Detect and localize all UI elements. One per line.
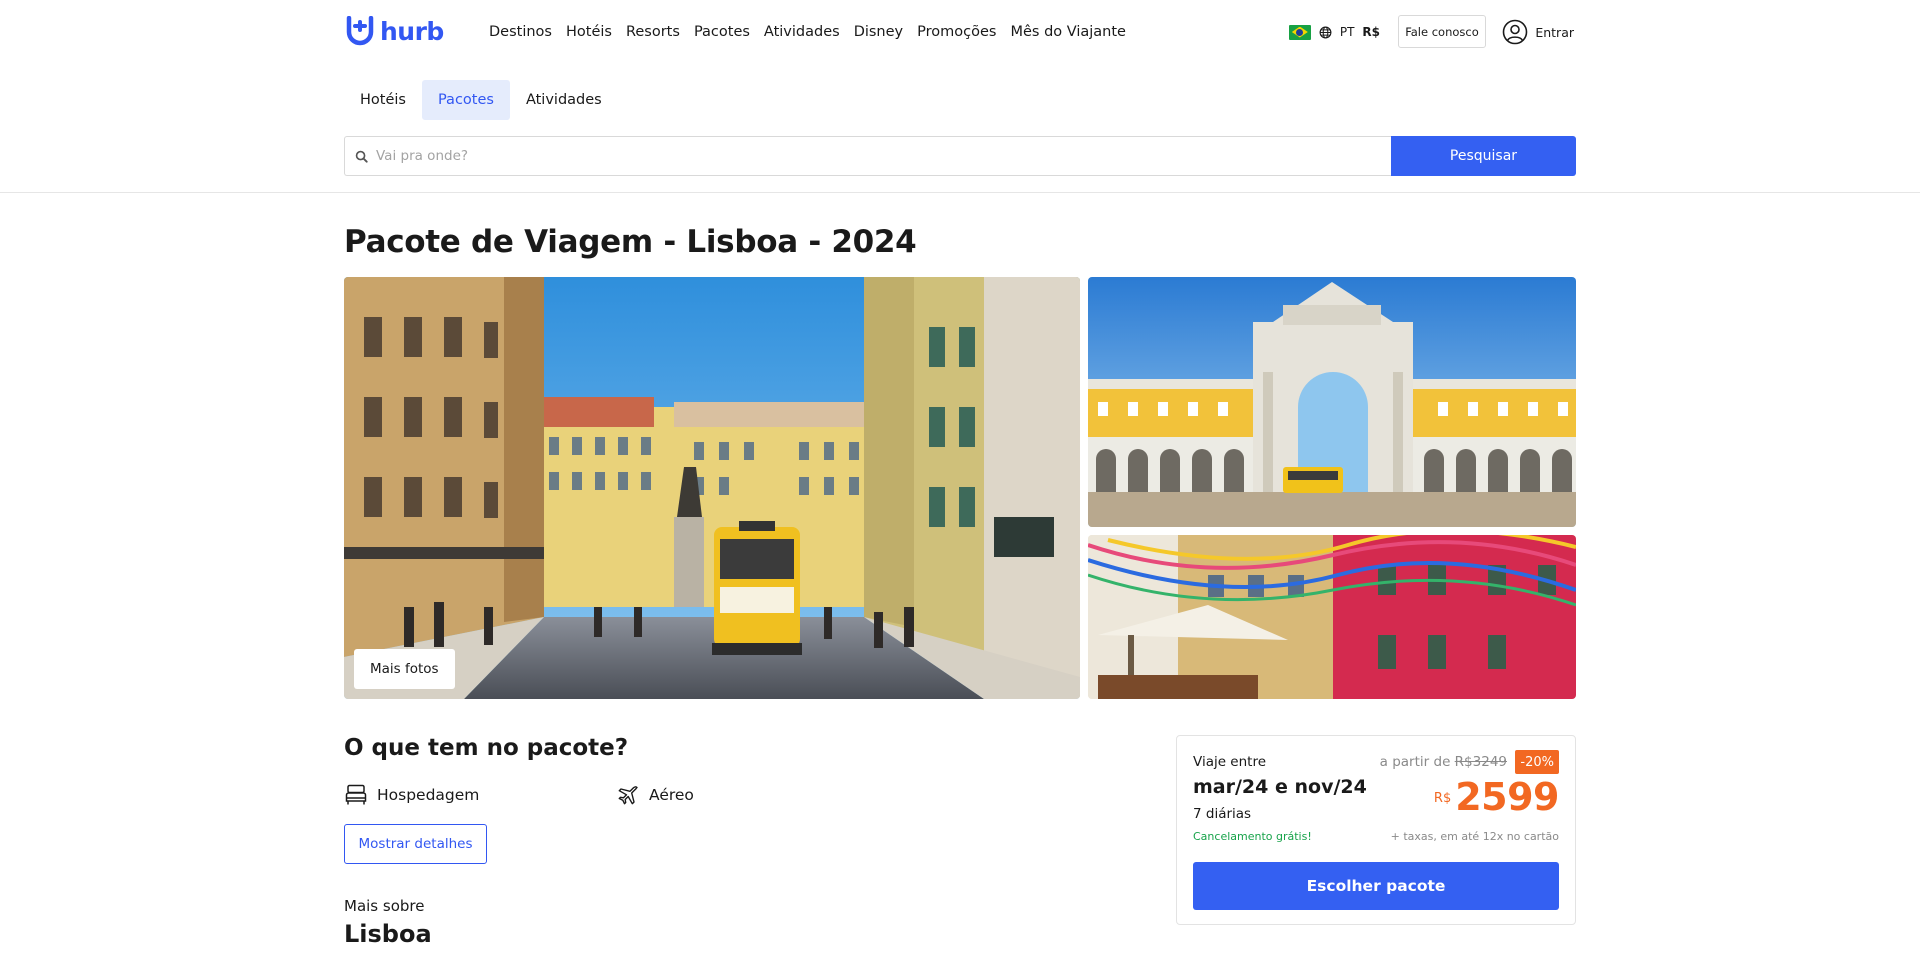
included-item-lodging: Hospedagem — [344, 782, 479, 808]
page-title: Pacote de Viagem - Lisboa - 2024 — [344, 224, 917, 260]
nav-resorts[interactable]: Resorts — [626, 24, 680, 40]
top-navigation-bar: hurb Destinos Hotéis Resorts Pacotes Ati… — [344, 0, 1576, 64]
bed-icon — [345, 784, 367, 805]
user-icon — [1503, 19, 1528, 45]
price-currency: R$ — [1433, 791, 1452, 806]
search-icon — [355, 150, 368, 163]
price-amount: 2599 — [1455, 775, 1559, 819]
header-divider — [0, 192, 1920, 193]
hurb-logo[interactable]: hurb — [344, 14, 444, 48]
included-item-label: Aéreo — [649, 786, 694, 804]
choose-package-button[interactable]: Escolher pacote — [1193, 862, 1559, 910]
tab-hoteis[interactable]: Hotéis — [344, 80, 422, 120]
hurb-logo-icon — [346, 16, 374, 46]
plane-icon — [618, 786, 638, 805]
show-details-button[interactable]: Mostrar detalhes — [344, 824, 487, 864]
globe-icon — [1319, 26, 1332, 38]
nav-atividades[interactable]: Atividades — [764, 24, 840, 40]
more-photos-button[interactable]: Mais fotos — [354, 649, 455, 689]
more-about-label: Mais sobre — [344, 897, 425, 915]
locale-selector[interactable]: PT R$ — [1288, 22, 1380, 42]
discount-badge: -20% — [1515, 750, 1559, 774]
login-button[interactable]: Entrar — [1502, 18, 1574, 46]
included-section-title: O que tem no pacote? — [344, 735, 629, 761]
brazil-flag-icon — [1288, 24, 1311, 40]
included-item-label: Hospedagem — [377, 786, 480, 804]
old-price: R$3249 — [1454, 754, 1507, 770]
tab-pacotes[interactable]: Pacotes — [421, 80, 510, 120]
currency-code: R$ — [1362, 25, 1380, 39]
nights-count: 7 diárias — [1193, 806, 1252, 822]
nav-mes-do-viajante[interactable]: Mês do Viajante — [1010, 24, 1126, 40]
more-about-city: Lisboa — [344, 920, 432, 948]
travel-dates: mar/24 e nov/24 — [1193, 776, 1367, 798]
search-button[interactable]: Pesquisar — [1391, 136, 1576, 176]
nav-destinos[interactable]: Destinos — [489, 24, 552, 40]
price-from: a partir de R$3249 — [1380, 754, 1507, 770]
taxes-note: + taxas, em até 12x no cartão — [1390, 830, 1559, 843]
current-price: R$ 2599 — [1433, 775, 1560, 819]
gallery-photo-main[interactable]: Mais fotos — [344, 277, 1080, 699]
nav-disney[interactable]: Disney — [854, 24, 903, 40]
gallery-photo-street[interactable] — [1088, 535, 1576, 699]
main-menu: Destinos Hotéis Resorts Pacotes Atividad… — [489, 0, 1140, 64]
nav-pacotes[interactable]: Pacotes — [694, 24, 750, 40]
product-tabs: Hotéis Pacotes Atividades — [344, 80, 618, 120]
search-input[interactable] — [376, 148, 1276, 164]
language-code: PT — [1339, 25, 1355, 39]
free-cancellation-label: Cancelamento grátis! — [1193, 830, 1312, 843]
search-bar: Pesquisar — [344, 136, 1576, 176]
tab-atividades[interactable]: Atividades — [510, 80, 618, 120]
nav-promocoes[interactable]: Promoções — [917, 24, 996, 40]
contact-button[interactable]: Fale conosco — [1398, 15, 1486, 48]
photo-gallery: Mais fotos — [344, 277, 1576, 699]
included-item-flight: Aéreo — [616, 782, 694, 808]
travel-window-label: Viaje entre — [1193, 754, 1267, 770]
price-from-label: a partir de — [1379, 754, 1451, 770]
offer-card: Viaje entre mar/24 e nov/24 7 diárias Ca… — [1176, 735, 1576, 925]
logo-wordmark: hurb — [380, 16, 444, 46]
gallery-photo-arch[interactable] — [1088, 277, 1576, 527]
login-label: Entrar — [1535, 24, 1574, 40]
search-field[interactable] — [344, 136, 1391, 176]
nav-hoteis[interactable]: Hotéis — [566, 24, 612, 40]
